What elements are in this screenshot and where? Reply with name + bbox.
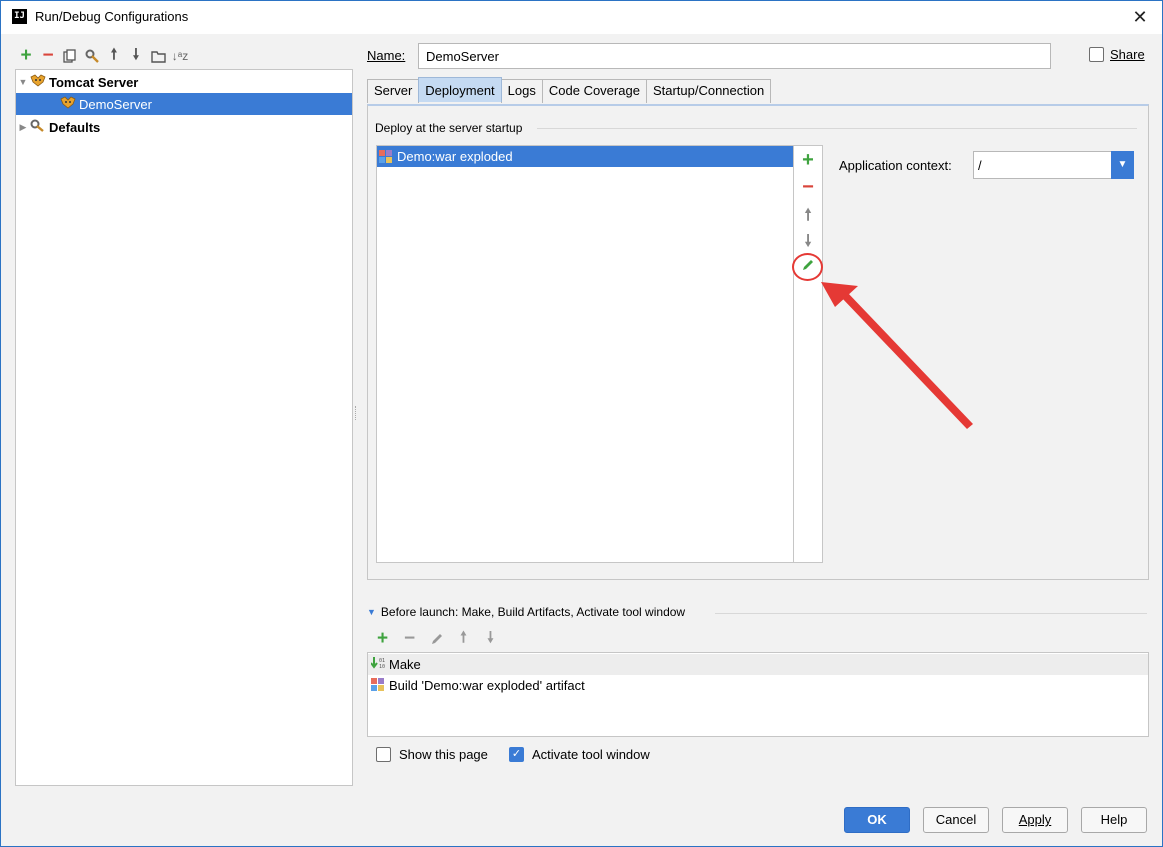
activate-tool-window-checkbox[interactable]: ✓ Activate tool window [509, 747, 650, 762]
chevron-down-icon[interactable]: ▼ [1111, 151, 1134, 179]
name-field[interactable] [418, 43, 1051, 69]
before-launch-item-build-artifact[interactable]: Build 'Demo:war exploded' artifact [368, 675, 1148, 696]
tree-item-label: Tomcat Server [49, 74, 139, 90]
before-launch-list[interactable]: 01 10 Make Build 'Demo:war exploded' arti… [367, 652, 1149, 737]
tab-logs[interactable]: Logs [500, 79, 543, 103]
deploy-artifact-list[interactable]: Demo:war exploded [376, 145, 794, 563]
deploy-side-toolbar: + − 🠕 🠗 [794, 145, 823, 563]
activate-tool-window-label: Activate tool window [532, 747, 650, 762]
add-icon[interactable]: + [15, 45, 37, 67]
remove-icon[interactable]: − [396, 628, 423, 650]
svg-text:10: 10 [379, 664, 385, 670]
application-context-value[interactable]: / [978, 158, 982, 173]
move-up-icon[interactable]: 🠕 [103, 45, 125, 67]
close-button[interactable]: ✕ [1128, 5, 1152, 29]
tree-item-demoserver[interactable]: DemoServer [16, 93, 352, 115]
before-launch-item-make[interactable]: 01 10 Make [368, 654, 1148, 675]
tree-item-label: DemoServer [79, 96, 152, 112]
sort-icon[interactable]: ↓ᵃz [169, 45, 191, 67]
share-label: Share [1110, 47, 1145, 62]
show-this-page-checkbox[interactable]: Show this page [376, 747, 488, 762]
before-launch-title: Before launch: Make, Build Artifacts, Ac… [380, 605, 686, 619]
splitter-handle[interactable] [355, 406, 358, 420]
move-up-icon[interactable]: 🠕 [450, 628, 477, 650]
dialog-window: IJ Run/Debug Configurations ✕ + − 🠕 🠗 ↓ᵃ… [0, 0, 1163, 847]
copy-icon[interactable] [59, 45, 81, 67]
list-item-label: Make [389, 657, 421, 672]
name-label-text: Name: [367, 48, 406, 63]
apply-button[interactable]: Apply [1002, 807, 1068, 833]
edit-icon[interactable] [423, 628, 450, 650]
tab-startup-connection[interactable]: Startup/Connection [645, 79, 772, 103]
move-down-icon[interactable]: 🠗 [125, 45, 147, 67]
application-context-label: Application context: [839, 158, 952, 173]
before-launch-toolbar: + − 🠕 🠗 [369, 628, 504, 650]
remove-icon[interactable]: − [37, 45, 59, 67]
tab-code-coverage[interactable]: Code Coverage [541, 79, 647, 103]
wrench-icon [30, 119, 46, 136]
section-divider [537, 128, 1137, 129]
tomcat-icon [60, 96, 76, 112]
tab-server[interactable]: Server [367, 79, 420, 103]
tab-deployment[interactable]: Deployment [418, 77, 502, 102]
cancel-button[interactable]: Cancel [923, 807, 989, 833]
window-title: Run/Debug Configurations [35, 9, 189, 24]
help-button[interactable]: Help [1081, 807, 1147, 833]
list-item-label: Build 'Demo:war exploded' artifact [389, 678, 585, 693]
tomcat-icon [30, 74, 46, 90]
artifact-icon [379, 150, 393, 163]
deploy-artifact-item[interactable]: Demo:war exploded [377, 146, 793, 167]
show-this-page-box[interactable] [376, 747, 391, 762]
configuration-tree[interactable]: ▼ Tomcat Server DemoServer ▶ Defaults [15, 69, 353, 786]
ok-button[interactable]: OK [844, 807, 910, 833]
application-context-combo[interactable]: / ▼ [973, 151, 1134, 179]
collapsed-triangle-icon[interactable]: ▶ [16, 122, 30, 133]
deploy-artifact-label: Demo:war exploded [397, 149, 513, 164]
expanded-triangle-icon[interactable]: ▼ [367, 607, 376, 617]
tree-item-defaults[interactable]: ▶ Defaults [16, 116, 352, 138]
checkmark-icon[interactable]: ✓ [509, 747, 524, 762]
annotation-highlight-circle [792, 253, 823, 281]
title-bar: IJ Run/Debug Configurations ✕ [1, 1, 1162, 34]
apply-label: Apply [1018, 812, 1052, 827]
expanded-triangle-icon[interactable]: ▼ [16, 77, 30, 87]
share-checkbox-box[interactable] [1089, 47, 1104, 62]
name-label: Name: [367, 48, 405, 63]
share-checkbox[interactable]: Share [1089, 47, 1145, 62]
deploy-section-title: Deploy at the server startup [375, 121, 523, 135]
folder-icon[interactable] [147, 45, 169, 67]
tab-strip: Server Deployment Logs Code Coverage Sta… [367, 77, 772, 103]
add-icon[interactable]: + [369, 628, 396, 650]
tree-item-tomcat-server[interactable]: ▼ Tomcat Server [16, 71, 352, 93]
before-launch-header[interactable]: ▼ Before launch: Make, Build Artifacts, … [367, 605, 685, 619]
config-toolbar: + − 🠕 🠗 ↓ᵃz [15, 44, 191, 68]
move-up-icon[interactable]: 🠕 [794, 204, 822, 231]
wrench-icon[interactable] [81, 45, 103, 67]
artifact-icon [371, 677, 385, 694]
section-divider [715, 613, 1147, 614]
show-this-page-label: Show this page [399, 747, 488, 762]
remove-icon[interactable]: − [794, 176, 822, 199]
add-icon[interactable]: + [794, 149, 822, 172]
move-down-icon[interactable]: 🠗 [477, 628, 504, 650]
intellij-app-icon: IJ [12, 9, 27, 24]
tree-item-label: Defaults [49, 119, 101, 135]
make-icon: 01 10 [370, 656, 385, 673]
